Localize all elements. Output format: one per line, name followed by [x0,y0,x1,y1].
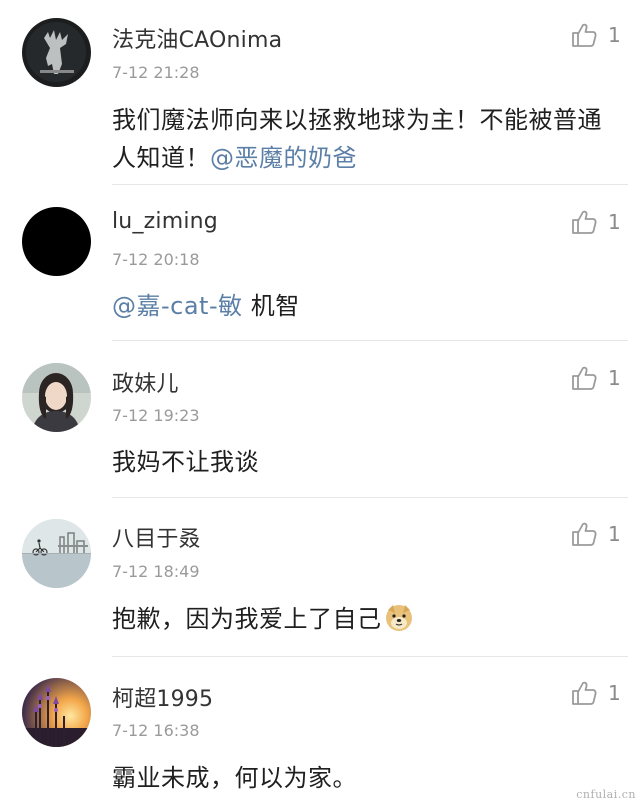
like-count: 1 [608,366,621,390]
dark-artwork-avatar-icon [22,18,91,87]
like-count: 1 [608,681,621,705]
comment-item: lu_ziming 7-12 20:18 @嘉-cat-敏 机智 1 [0,185,640,341]
portrait-avatar-icon [22,363,91,432]
comment-text: 霸业未成，何以为家。 [112,759,622,797]
avatar[interactable] [22,678,91,747]
like-button[interactable]: 1 [570,19,628,51]
timestamp: 7-12 16:38 [112,721,200,740]
like-count: 1 [608,522,621,546]
comment-item: 政妹儿 7-12 19:23 我妈不让我谈 1 [0,341,640,498]
username[interactable]: 政妹儿 [112,366,179,398]
comment-text-content: 我妈不让我谈 [112,448,259,476]
mention-link[interactable]: @恶魔的奶爸 [210,144,357,172]
comment-item: 柯超1995 7-12 16:38 霸业未成，何以为家。 1 [0,657,640,805]
thumbs-up-icon [570,520,598,548]
comment-item: 法克油CAOnima 7-12 21:28 我们魔法师向来以拯救地球为主！不能被… [0,0,640,185]
username[interactable]: 柯超1995 [112,681,213,713]
like-button[interactable]: 1 [570,518,628,550]
avatar[interactable] [22,519,91,588]
thumbs-up-icon [570,679,598,707]
timestamp: 7-12 19:23 [112,406,200,425]
like-button[interactable]: 1 [570,206,628,238]
lakeside-cyclist-avatar-icon [22,519,91,588]
like-button[interactable]: 1 [570,677,628,709]
timestamp: 7-12 18:49 [112,562,200,581]
comment-item: 八目于叒 7-12 18:49 抱歉，因为我爱上了自己 1 [0,498,640,657]
comment-text: 我们魔法师向来以拯救地球为主！不能被普通人知道！@恶魔的奶爸 [112,101,622,177]
comment-text-content: 抱歉，因为我爱上了自己 [112,605,382,633]
username[interactable]: lu_ziming [112,209,218,234]
timestamp: 7-12 20:18 [112,250,200,269]
thumbs-up-icon [570,21,598,49]
timestamp: 7-12 21:28 [112,63,200,82]
like-count: 1 [608,210,621,234]
comment-text-content: 机智 [242,292,300,320]
comment-text-content: 霸业未成，何以为家。 [112,764,357,792]
avatar[interactable] [22,363,91,432]
black-avatar-icon [22,207,91,276]
thumbs-up-icon [570,208,598,236]
like-button[interactable]: 1 [570,362,628,394]
avatar[interactable] [22,18,91,87]
mention-link[interactable]: @嘉-cat-敏 [112,292,243,320]
comment-text-content: 我们魔法师向来以拯救地球为主！不能被普通人知道！ [112,106,602,172]
comment-text: 我妈不让我谈 [112,443,622,481]
watermark: cnfulai.cn [576,788,636,801]
like-count: 1 [608,23,621,47]
thumbs-up-icon [570,364,598,392]
doge-emoji-icon [384,602,414,632]
username[interactable]: 八目于叒 [112,521,201,553]
avatar[interactable] [22,207,91,276]
comment-text: @嘉-cat-敏 机智 [112,287,622,325]
sunset-flowers-avatar-icon [22,678,91,747]
comment-text: 抱歉，因为我爱上了自己 [112,600,622,638]
username[interactable]: 法克油CAOnima [112,22,282,54]
